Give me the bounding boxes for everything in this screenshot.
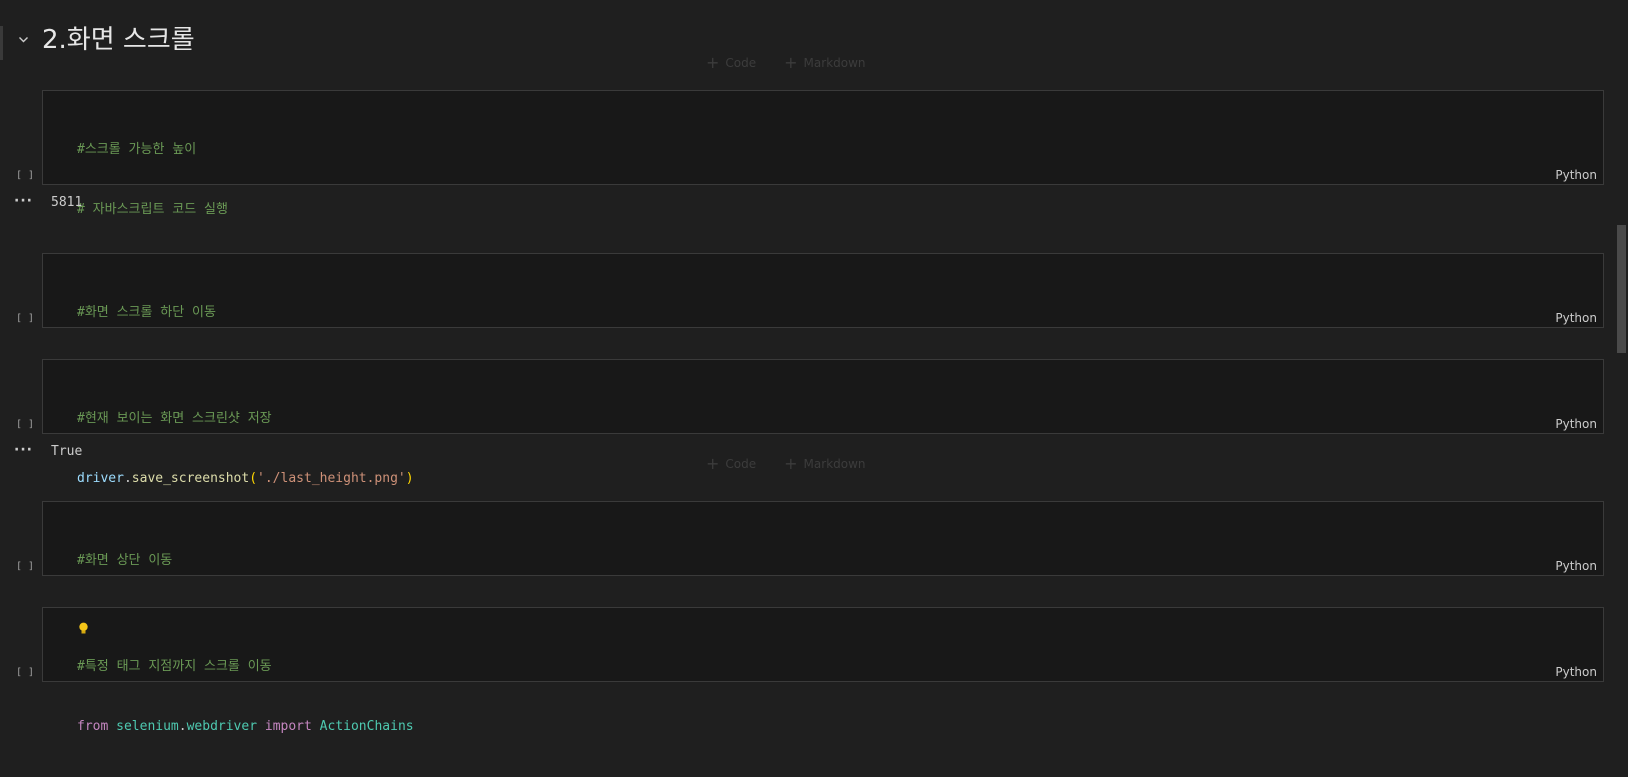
- code-line: #스크롤 가능한 높이: [77, 142, 197, 157]
- execution-count: [ ]: [16, 170, 35, 181]
- output-menu-icon[interactable]: ···: [14, 442, 33, 458]
- code-line: #현재 보이는 화면 스크린샷 저장: [77, 411, 272, 426]
- execution-count: [ ]: [16, 419, 35, 430]
- code-cell[interactable]: #스크롤 가능한 높이 # 자바스크립트 코드 실행 driver.execut…: [42, 90, 1604, 277]
- code-line: # 자바스크립트 코드 실행: [77, 202, 228, 217]
- plus-icon: +: [784, 53, 798, 72]
- code-line: #특정 태그 지점까지 스크롤 이동: [77, 659, 272, 674]
- cell-language-label[interactable]: Python: [1555, 417, 1597, 431]
- cell-output: 5811: [51, 195, 83, 210]
- insert-cell-toolbar: + Code + Markdown: [706, 53, 866, 72]
- chevron-down-icon[interactable]: [18, 34, 29, 45]
- execution-count: [ ]: [16, 313, 35, 324]
- plus-icon: +: [784, 454, 798, 473]
- code-line: driver.save_screenshot('./last_height.pn…: [77, 471, 414, 486]
- code-editor[interactable]: #특정 태그 지점까지 스크롤 이동 from selenium.webdriv…: [77, 617, 414, 777]
- cell-output: True: [51, 444, 83, 459]
- execution-count: [ ]: [16, 561, 35, 572]
- section-collapse-bar: [0, 26, 3, 60]
- plus-icon: +: [706, 454, 720, 473]
- code-line: from selenium.webdriver import ActionCha…: [77, 719, 414, 734]
- lightbulb-icon[interactable]: [78, 622, 89, 635]
- cell-language-label[interactable]: Python: [1555, 311, 1597, 325]
- add-code-button[interactable]: + Code: [706, 454, 756, 473]
- insert-cell-toolbar: + Code + Markdown: [706, 454, 866, 473]
- plus-icon: +: [706, 53, 720, 72]
- code-line: #화면 상단 이동: [77, 553, 173, 568]
- code-cell[interactable]: #특정 태그 지점까지 스크롤 이동 from selenium.webdriv…: [42, 607, 1604, 734]
- cell-language-label[interactable]: Python: [1555, 559, 1597, 573]
- add-markdown-button[interactable]: + Markdown: [784, 454, 865, 473]
- cell-language-label[interactable]: Python: [1555, 168, 1597, 182]
- section-title: 2.화면 스크롤: [42, 25, 195, 55]
- cell-language-label[interactable]: Python: [1555, 665, 1597, 679]
- output-menu-icon[interactable]: ···: [14, 193, 33, 209]
- code-cell[interactable]: #화면 스크롤 하단 이동 driver.execute_script('win…: [42, 253, 1604, 380]
- code-line: #화면 스크롤 하단 이동: [77, 305, 216, 320]
- add-markdown-button[interactable]: + Markdown: [784, 53, 865, 72]
- vertical-scrollbar[interactable]: [1617, 225, 1626, 353]
- code-cell[interactable]: #현재 보이는 화면 스크린샷 저장 driver.save_screensho…: [42, 359, 1604, 486]
- add-code-button[interactable]: + Code: [706, 53, 756, 72]
- code-cell[interactable]: #화면 상단 이동 driver.execute_script('window.…: [42, 501, 1604, 628]
- execution-count: [ ]: [16, 667, 35, 678]
